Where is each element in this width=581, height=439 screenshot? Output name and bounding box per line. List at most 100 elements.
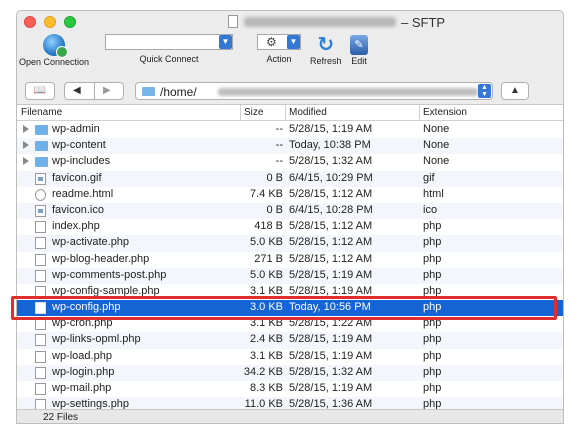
book-icon: 📖 [33, 85, 47, 96]
file-modified: 6/4/15, 10:28 PM [289, 203, 373, 216]
forward-arrow-icon[interactable]: ▶ [103, 83, 111, 99]
file-name: wp-comments-post.php [52, 268, 167, 281]
close-window-button[interactable] [24, 16, 36, 28]
column-modified[interactable]: Modified [289, 107, 327, 118]
file-modified: 5/28/15, 1:12 AM [289, 236, 373, 249]
file-modified: Today, 10:38 PM [289, 139, 371, 152]
file-modified: 5/28/15, 1:32 AM [289, 155, 373, 168]
up-arrow-icon: ▲ [510, 85, 520, 96]
file-size: -- [275, 139, 283, 152]
file-name: wp-mail.php [52, 382, 112, 394]
folder-icon [35, 141, 48, 152]
globe-icon [43, 34, 69, 58]
file-modified: 5/28/15, 1:19 AM [289, 123, 373, 135]
parent-directory-button[interactable]: ▲ [501, 82, 529, 100]
file-extension: html [423, 187, 444, 200]
file-extension: None [423, 155, 450, 168]
action-label: Action [266, 54, 292, 64]
file-rows: wp-admin -- 5/28/15, 1:19 AM None wp-content… [17, 122, 563, 409]
chevron-down-icon[interactable]: ▼ [287, 35, 300, 49]
table-row[interactable]: index.php 418 B 5/28/15, 1:12 AM php [17, 219, 563, 235]
back-arrow-icon[interactable]: ◀ [73, 83, 81, 99]
action-dropdown[interactable]: ⚙ ▼ [257, 34, 301, 50]
html-file-icon [35, 188, 46, 201]
bookmarks-button[interactable]: 📖 [25, 82, 55, 100]
action-menu[interactable]: ⚙ ▼ Action [257, 34, 301, 64]
file-modified: 5/28/15, 1:36 AM [289, 398, 373, 409]
file-name: readme.html [52, 187, 114, 200]
table-row[interactable]: favicon.gif 0 B 6/4/15, 10:29 PM gif [17, 170, 563, 187]
file-name: wp-content [52, 139, 106, 152]
table-row[interactable]: wp-activate.php 5.0 KB 5/28/15, 1:12 AM php [17, 235, 563, 252]
open-connection-button[interactable]: Open Connection [19, 34, 89, 67]
image-file-icon [35, 204, 46, 217]
divider [94, 83, 95, 99]
table-row[interactable]: wp-links-opml.php 2.4 KB 5/28/15, 1:19 AM p… [17, 332, 563, 349]
table-row[interactable]: wp-settings.php 11.0 KB 5/28/15, 1:36 AM ph… [17, 397, 563, 409]
file-count: 22 Files [43, 412, 79, 423]
window-title: – SFTP [401, 15, 446, 30]
column-filename[interactable]: Filename [21, 107, 62, 118]
file-extension: php [423, 220, 442, 233]
file-modified: 5/28/15, 1:12 AM [289, 220, 373, 233]
disclosure-triangle-icon[interactable] [23, 125, 29, 133]
quick-connect-input[interactable]: ▼ [105, 34, 233, 50]
file-name: wp-login.php [52, 365, 115, 378]
file-name: wp-admin [52, 123, 100, 135]
table-row[interactable]: readme.html 7.4 KB 5/28/15, 1:12 AM html [17, 187, 563, 203]
file-icon [35, 221, 46, 234]
file-icon [35, 253, 46, 266]
file-size: 0 B [266, 203, 283, 216]
file-size: 0 B [266, 171, 283, 184]
edit-button[interactable]: ✎ Edit [350, 34, 368, 66]
path-selector[interactable]: /home/ ▲ ▼ [135, 82, 493, 100]
path-bar: 📖 ◀ ▶ /home/ ▲ ▼ ▲ [17, 79, 563, 103]
file-size: 11.0 KB [244, 398, 283, 409]
file-extension: php [423, 398, 442, 409]
column-header: Filename Size Modified Extension [17, 105, 563, 121]
file-extension: php [423, 268, 442, 281]
blurred-path [218, 88, 478, 96]
table-row[interactable]: wp-login.php 34.2 KB 5/28/15, 1:32 AM php [17, 364, 563, 381]
file-modified: 5/28/15, 1:32 AM [289, 365, 373, 378]
minimize-window-button[interactable] [44, 16, 56, 28]
refresh-label: Refresh [310, 56, 342, 66]
file-extension: php [423, 252, 442, 265]
table-row[interactable]: favicon.ico 0 B 6/4/15, 10:28 PM ico [17, 202, 563, 220]
file-size: 271 B [254, 252, 283, 265]
quick-connect-control[interactable]: ▼ Quick Connect [105, 34, 233, 64]
file-size: -- [275, 123, 283, 135]
file-icon [35, 269, 46, 282]
table-row[interactable]: wp-content -- Today, 10:38 PM None [17, 138, 563, 155]
file-extension: gif [423, 171, 435, 184]
file-modified: 5/28/15, 1:12 AM [289, 252, 373, 265]
file-modified: 5/28/15, 1:19 AM [289, 382, 373, 394]
chevron-updown-icon[interactable]: ▲ ▼ [478, 84, 491, 98]
table-row[interactable]: wp-load.php 3.1 KB 5/28/15, 1:19 AM php [17, 349, 563, 365]
refresh-button[interactable]: ↻ Refresh [310, 34, 342, 66]
file-size: 7.4 KB [249, 187, 283, 200]
disclosure-triangle-icon[interactable] [23, 141, 29, 150]
file-extension: php [423, 236, 442, 249]
file-extension: php [423, 333, 442, 346]
gear-icon: ⚙ [266, 35, 277, 49]
table-row[interactable]: wp-comments-post.php 5.0 KB 5/28/15, 1:19 … [17, 267, 563, 284]
column-extension[interactable]: Extension [423, 107, 467, 118]
file-extension: php [423, 365, 442, 378]
file-modified: 5/28/15, 1:19 AM [289, 333, 373, 346]
file-modified: 5/28/15, 1:19 AM [289, 268, 373, 281]
file-name: favicon.gif [52, 171, 102, 184]
file-modified: 5/28/15, 1:12 AM [289, 187, 373, 200]
quick-connect-label: Quick Connect [139, 54, 199, 64]
file-icon [35, 366, 46, 379]
column-size[interactable]: Size [244, 107, 263, 118]
table-row[interactable]: wp-includes -- 5/28/15, 1:32 AM None [17, 154, 563, 170]
disclosure-triangle-icon[interactable] [23, 157, 29, 166]
chevron-down-icon[interactable]: ▼ [219, 35, 232, 49]
zoom-window-button[interactable] [64, 16, 76, 28]
file-icon [35, 334, 46, 347]
table-row[interactable]: wp-blog-header.php 271 B 5/28/15, 1:12 AM p… [17, 252, 563, 268]
table-row[interactable]: wp-mail.php 8.3 KB 5/28/15, 1:19 AM php [17, 381, 563, 397]
table-row[interactable]: wp-admin -- 5/28/15, 1:19 AM None [17, 122, 563, 138]
folder-icon [35, 125, 48, 135]
